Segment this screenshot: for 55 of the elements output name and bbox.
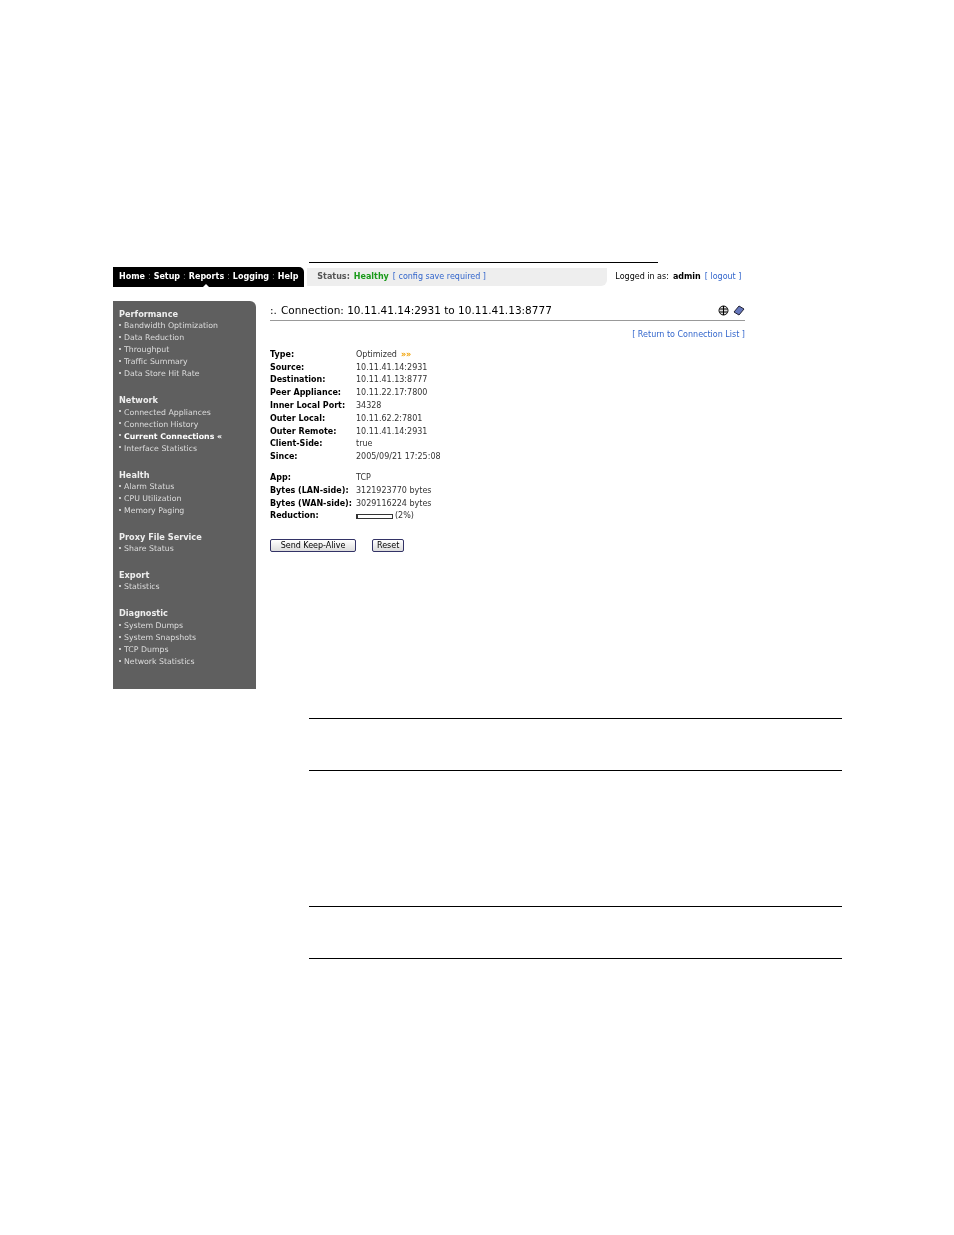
field-label: Outer Remote: <box>270 425 338 438</box>
login-label: Logged in as: <box>615 271 669 283</box>
field-value: (2%) <box>395 510 414 523</box>
field-value: 10.11.62.2:7801 <box>356 412 423 425</box>
field-label: Since: <box>270 451 299 464</box>
reset-button[interactable]: Reset <box>372 539 405 553</box>
sidebar-heading: Export <box>119 569 151 582</box>
arrows-icon: »» <box>400 348 412 362</box>
nav-separator: : <box>272 271 275 283</box>
field-label: Bytes (WAN-side): <box>270 497 353 510</box>
field-value: TCP <box>356 471 371 484</box>
field-value: 3029116224 bytes <box>356 497 432 510</box>
nav-tab[interactable]: Setup <box>153 267 181 287</box>
field-value: 3121923770 bytes <box>356 484 432 497</box>
field-value: 2005/09/21 17:25:08 <box>356 451 441 464</box>
nav-tab[interactable]: Logging <box>232 267 270 287</box>
nav-tab[interactable]: Reports <box>188 267 225 287</box>
logout-link[interactable]: [ logout ] <box>704 271 742 283</box>
field-value: Optimized <box>356 348 397 361</box>
field-value: 10.11.41.13:8777 <box>356 374 428 387</box>
sidebar-heading: Diagnostic <box>119 607 169 620</box>
sidebar-heading: Health <box>119 468 151 481</box>
globe-icon[interactable] <box>718 305 729 317</box>
field-label: Client-Side: <box>270 438 324 451</box>
title-prefix: :. <box>270 303 277 318</box>
field-label: Bytes (LAN-side): <box>270 484 350 497</box>
field-value: 34328 <box>356 399 382 412</box>
field-value: 10.11.41.14:2931 <box>356 425 428 438</box>
nav-separator: : <box>147 271 151 283</box>
nav-tab[interactable]: Help <box>277 267 299 287</box>
status-label: Status: <box>317 271 350 283</box>
field-label: App: <box>270 471 292 484</box>
field-value: true <box>356 438 373 451</box>
book-icon[interactable] <box>733 305 745 317</box>
field-label: Type: <box>270 348 296 361</box>
sidebar-heading: Proxy File Service <box>119 530 203 544</box>
field-label: Destination: <box>270 374 327 387</box>
keep-alive-button[interactable]: Send Keep-Alive <box>270 539 356 553</box>
return-link[interactable]: [ Return to Connection List ] <box>632 328 745 341</box>
sidebar-heading: Network <box>119 394 159 407</box>
page-title: Connection: 10.11.41.14:2931 to 10.11.41.13:8777 <box>280 303 553 318</box>
field-value: 10.11.22.17:7800 <box>356 387 428 400</box>
field-value: 10.11.41.14:2931 <box>356 361 428 374</box>
field-label: Source: <box>270 361 306 374</box>
status-value: Healthy <box>353 271 389 283</box>
nav-separator: : <box>227 271 230 283</box>
nav-tab[interactable]: Home <box>119 267 145 287</box>
username: admin <box>672 271 701 283</box>
nav-separator: : <box>183 271 186 283</box>
field-label: Peer Appliance: <box>270 387 343 400</box>
field-label: Reduction: <box>270 510 320 523</box>
field-label: Outer Local: <box>270 412 327 425</box>
config-save-link[interactable]: [ config save required ] <box>392 271 486 283</box>
sidebar-heading: Performance <box>119 308 180 321</box>
field-label: Inner Local Port: <box>270 399 347 412</box>
